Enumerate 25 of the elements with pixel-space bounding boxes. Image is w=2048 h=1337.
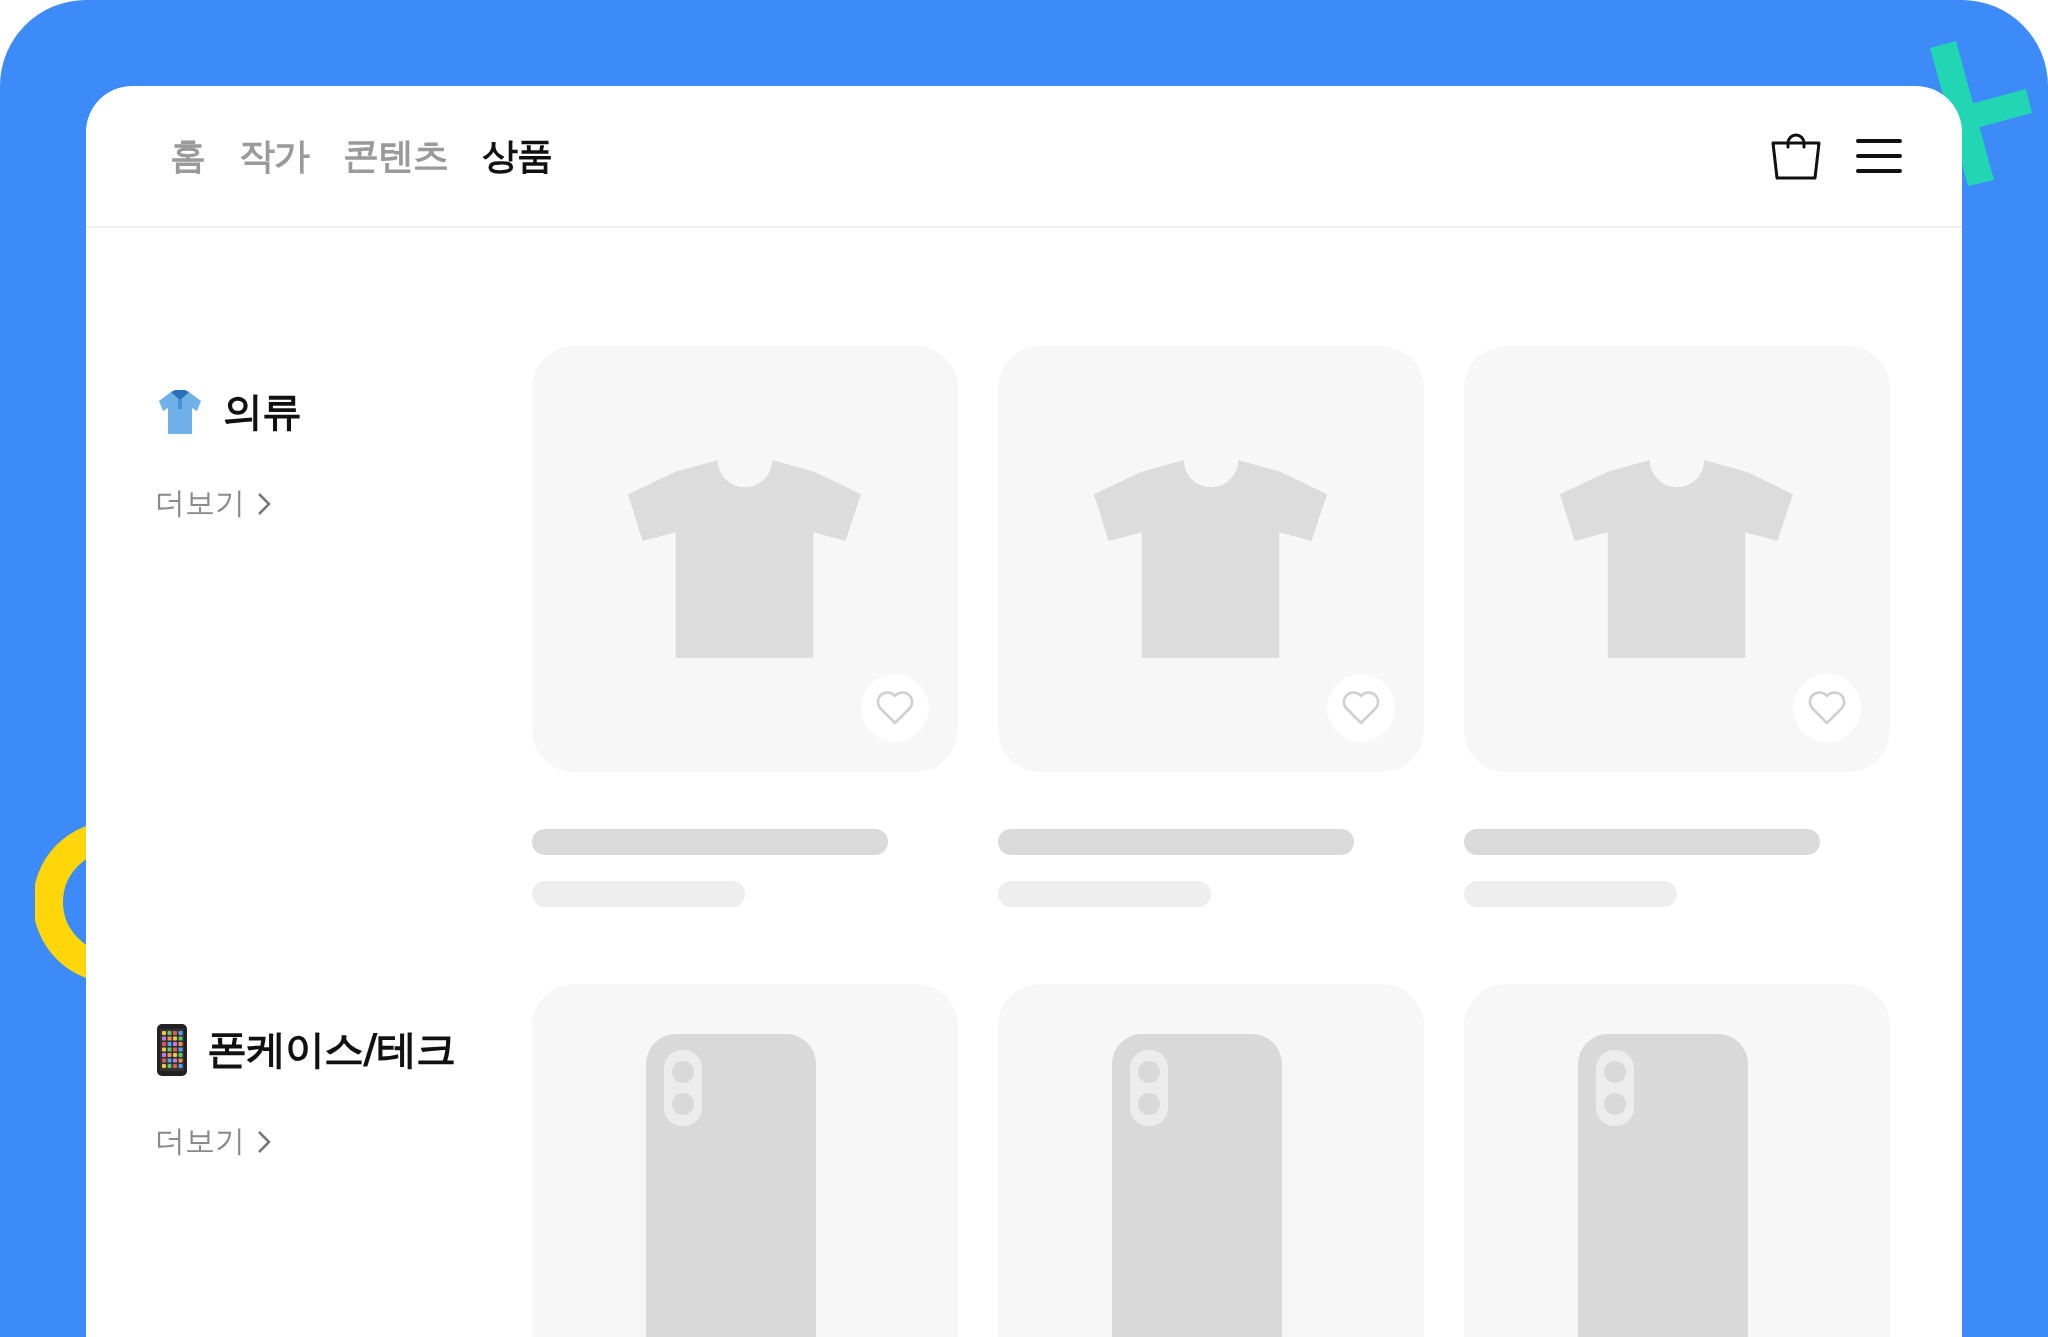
product-image-placeholder[interactable] (998, 984, 1424, 1337)
product-image-placeholder[interactable] (1464, 346, 1890, 772)
menu-icon[interactable] (1856, 138, 1902, 174)
more-link[interactable]: 더보기 (155, 1121, 271, 1162)
nav-tab[interactable]: 콘텐츠 (343, 131, 448, 181)
shopping-bag-icon[interactable] (1770, 131, 1822, 181)
phone-icon (646, 1034, 816, 1337)
t-shirt-icon (1091, 457, 1330, 661)
product-image-placeholder[interactable] (998, 346, 1424, 772)
phone-icon (1578, 1034, 1748, 1337)
product-image-placeholder[interactable] (532, 346, 958, 772)
phone-icon (1112, 1034, 1282, 1337)
nav-tab[interactable]: 작가 (239, 131, 309, 181)
product-image-placeholder[interactable] (532, 984, 958, 1337)
nav-tab[interactable]: 상품 (482, 131, 552, 181)
more-link[interactable]: 더보기 (155, 483, 271, 524)
t-shirt-icon (625, 457, 864, 661)
category-title: 폰케이스/테크 (207, 1025, 455, 1074)
phone-icon (155, 1022, 189, 1077)
product-image-placeholder[interactable] (1464, 984, 1890, 1337)
t-shirt-icon (1557, 457, 1796, 661)
category-title: 의류 (223, 387, 301, 436)
nav-tab[interactable]: 홈 (170, 131, 205, 181)
chevron-icon (257, 491, 271, 516)
chevron-icon (257, 1129, 271, 1154)
